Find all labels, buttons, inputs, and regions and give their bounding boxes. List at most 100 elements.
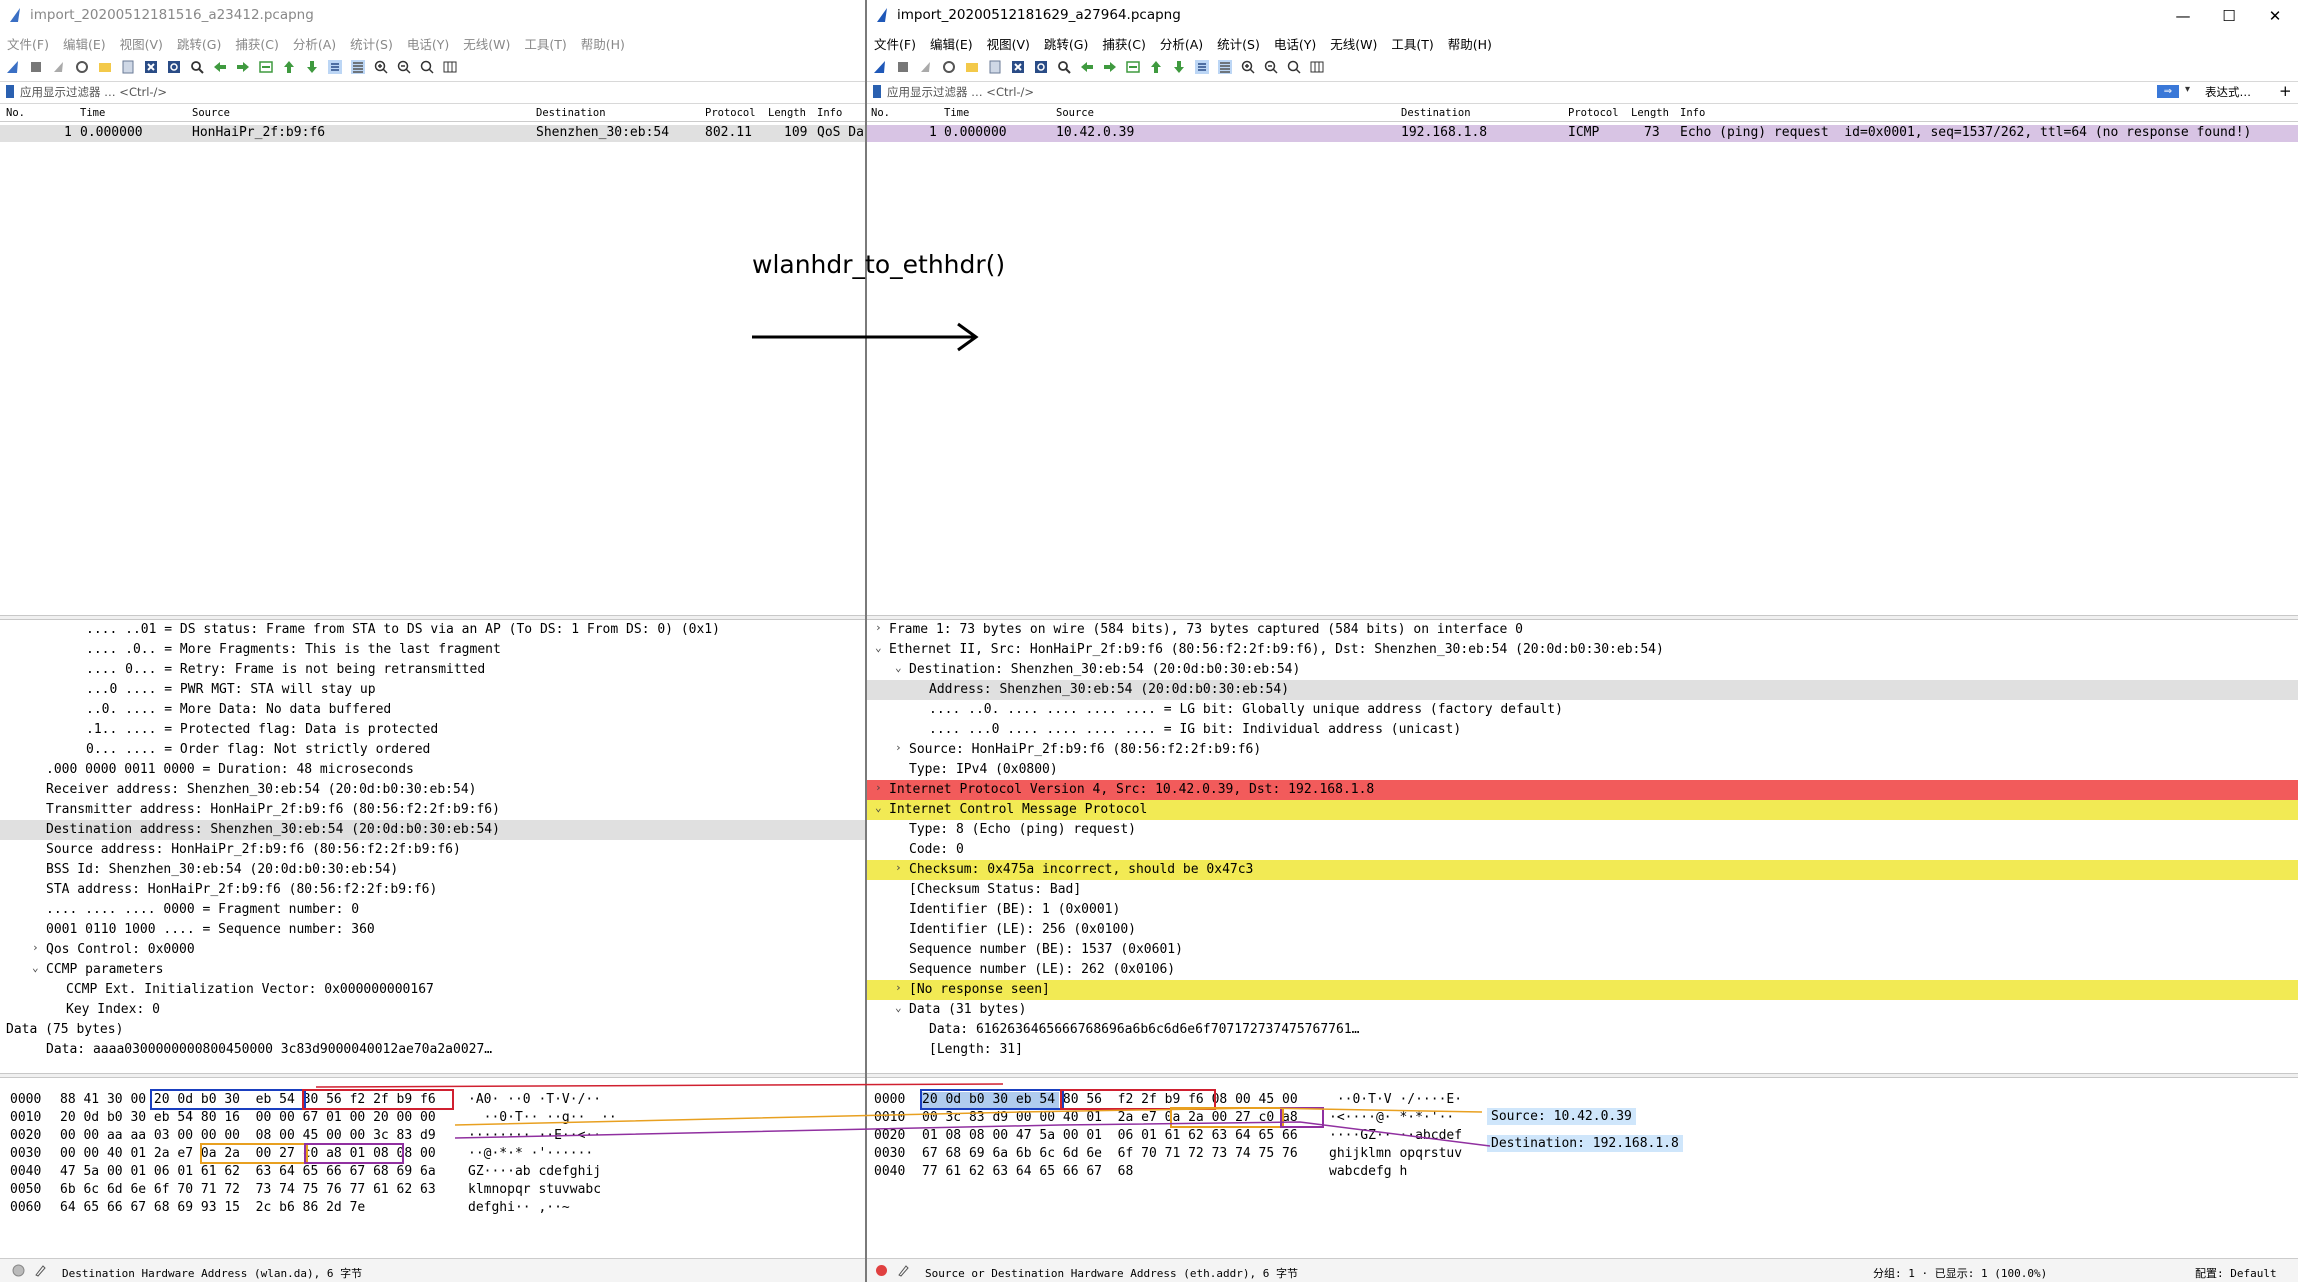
find-packet-icon[interactable] bbox=[190, 60, 204, 74]
detail-row[interactable]: › Frame 1: 73 bytes on wire (584 bits), 7… bbox=[867, 620, 2298, 640]
restart-capture-icon[interactable] bbox=[52, 60, 66, 74]
detail-row[interactable]: ⌄ Ethernet II, Src: HonHaiPr_2f:b9:f6 (80… bbox=[867, 640, 2298, 660]
menu-help[interactable]: 帮助(H) bbox=[574, 32, 632, 54]
last-packet-icon[interactable] bbox=[1172, 60, 1186, 74]
menu-go[interactable]: 跳转(G) bbox=[170, 32, 228, 54]
detail-row[interactable]: .... ...0 .... .... .... .... = IG bit: … bbox=[867, 720, 2298, 740]
hex-bytes[interactable]: 77 61 62 63 64 65 66 67 68 bbox=[922, 1164, 1133, 1182]
menu-go[interactable]: 跳转(G) bbox=[1037, 32, 1095, 54]
last-packet-icon[interactable] bbox=[305, 60, 319, 74]
go-to-packet-icon[interactable] bbox=[1126, 60, 1140, 74]
stop-capture-icon[interactable] bbox=[896, 60, 910, 74]
first-packet-icon[interactable] bbox=[282, 60, 296, 74]
col-destination[interactable]: Destination bbox=[536, 107, 606, 119]
resize-columns-icon[interactable] bbox=[443, 60, 457, 74]
hex-bytes[interactable]: 01 08 08 00 47 5a 00 01 06 01 61 62 63 6… bbox=[922, 1128, 1298, 1146]
colorize-icon[interactable] bbox=[1218, 60, 1232, 74]
expression-button[interactable]: 表达式… bbox=[2205, 84, 2251, 100]
filter-placeholder[interactable]: 应用显示过滤器 … <Ctrl-/> bbox=[20, 84, 167, 100]
detail-row[interactable]: Identifier (BE): 1 (0x0001) bbox=[867, 900, 2298, 920]
hex-ascii[interactable]: ··0·T·· ··g·· ·· bbox=[468, 1110, 617, 1128]
hex-bytes[interactable]: 20 0d b0 30 eb 54 80 16 00 00 67 01 00 2… bbox=[60, 1110, 436, 1128]
hex-ascii[interactable]: ghijklmn opqrstuv bbox=[1329, 1146, 1462, 1164]
status-profile[interactable]: 配置: Default bbox=[2195, 1265, 2277, 1281]
zoom-in-icon[interactable] bbox=[374, 60, 388, 74]
detail-row[interactable]: Type: IPv4 (0x0800) bbox=[867, 760, 2298, 780]
menu-analyze[interactable]: 分析(A) bbox=[1153, 32, 1210, 54]
detail-row[interactable]: ⌄ Data (31 bytes) bbox=[867, 1000, 2298, 1020]
right-packet-row[interactable]: 1 0.000000 10.42.0.39 192.168.1.8 ICMP 7… bbox=[867, 125, 2298, 142]
hex-ascii[interactable]: ··0·T·V ·/····E· bbox=[1329, 1092, 1462, 1110]
filter-placeholder[interactable]: 应用显示过滤器 … <Ctrl-/> bbox=[887, 84, 1034, 100]
zoom-normal-icon[interactable] bbox=[1287, 60, 1301, 74]
detail-row[interactable]: .... ..0. .... .... .... .... = LG bit: … bbox=[867, 700, 2298, 720]
edit-comment-icon[interactable] bbox=[897, 1264, 910, 1277]
menu-file[interactable]: 文件(F) bbox=[867, 32, 923, 54]
menu-tools[interactable]: 工具(T) bbox=[1384, 32, 1440, 54]
zoom-out-icon[interactable] bbox=[397, 60, 411, 74]
colorize-icon[interactable] bbox=[351, 60, 365, 74]
detail-row[interactable]: .... 0... = Retry: Frame is not being re… bbox=[0, 660, 865, 680]
detail-row[interactable]: [Checksum Status: Bad] bbox=[867, 880, 2298, 900]
detail-row[interactable]: .... .0.. = More Fragments: This is the … bbox=[0, 640, 865, 660]
zoom-normal-icon[interactable] bbox=[420, 60, 434, 74]
menu-wireless[interactable]: 无线(W) bbox=[456, 32, 517, 54]
col-time[interactable]: Time bbox=[80, 107, 105, 119]
menu-edit[interactable]: 编辑(E) bbox=[923, 32, 980, 54]
restart-capture-icon[interactable] bbox=[919, 60, 933, 74]
detail-row[interactable]: Data: aaaa0300000000800450000 3c83d90000… bbox=[0, 1040, 865, 1060]
hex-bytes[interactable]: 67 68 69 6a 6b 6c 6d 6e 6f 70 71 72 73 7… bbox=[922, 1146, 1298, 1164]
detail-row[interactable]: .... ..01 = DS status: Frame from STA to… bbox=[0, 620, 865, 640]
detail-row[interactable]: Destination address: Shenzhen_30:eb:54 (… bbox=[0, 820, 865, 840]
add-filter-button-icon[interactable]: + bbox=[2279, 82, 2292, 100]
bookmark-icon[interactable] bbox=[873, 85, 881, 98]
auto-scroll-icon[interactable] bbox=[1195, 60, 1209, 74]
col-length[interactable]: Length bbox=[768, 107, 806, 119]
capture-options-icon[interactable] bbox=[942, 60, 956, 74]
minimize-icon[interactable]: — bbox=[2160, 0, 2206, 32]
close-file-icon[interactable] bbox=[1011, 60, 1025, 74]
detail-row[interactable]: STA address: HonHaiPr_2f:b9:f6 (80:56:f2… bbox=[0, 880, 865, 900]
collapse-chevron-down-icon[interactable]: ⌄ bbox=[895, 661, 902, 674]
col-source[interactable]: Source bbox=[1056, 107, 1094, 119]
open-file-icon[interactable] bbox=[98, 60, 112, 74]
col-protocol[interactable]: Protocol bbox=[1568, 107, 1619, 119]
save-file-icon[interactable] bbox=[121, 60, 135, 74]
bookmark-icon[interactable] bbox=[6, 85, 14, 98]
hex-ascii[interactable]: klmnopqr stuvwabc bbox=[468, 1182, 601, 1200]
zoom-out-icon[interactable] bbox=[1264, 60, 1278, 74]
detail-row[interactable]: CCMP Ext. Initialization Vector: 0x00000… bbox=[0, 980, 865, 1000]
detail-row[interactable]: ⌄ Internet Control Message Protocol bbox=[867, 800, 2298, 820]
expand-chevron-right-icon[interactable]: › bbox=[875, 621, 882, 634]
menu-edit[interactable]: 编辑(E) bbox=[56, 32, 113, 54]
hex-ascii[interactable]: ········ ··E··<·· bbox=[468, 1128, 601, 1146]
expand-chevron-right-icon[interactable]: › bbox=[875, 781, 882, 794]
go-forward-icon[interactable] bbox=[1103, 60, 1117, 74]
menu-file[interactable]: 文件(F) bbox=[0, 32, 56, 54]
detail-row[interactable]: Data: 6162636465666768696a6b6c6d6e6f7071… bbox=[867, 1020, 2298, 1040]
hex-ascii[interactable]: ··@·*·* ·'······ bbox=[468, 1146, 593, 1164]
detail-row[interactable]: Type: 8 (Echo (ping) request) bbox=[867, 820, 2298, 840]
zoom-in-icon[interactable] bbox=[1241, 60, 1255, 74]
resize-columns-icon[interactable] bbox=[1310, 60, 1324, 74]
col-length[interactable]: Length bbox=[1631, 107, 1669, 119]
detail-row[interactable]: [Length: 31] bbox=[867, 1040, 2298, 1060]
detail-row[interactable]: Key Index: 0 bbox=[0, 1000, 865, 1020]
col-info[interactable]: Info bbox=[1680, 107, 1705, 119]
detail-row[interactable]: .... .... .... 0000 = Fragment number: 0 bbox=[0, 900, 865, 920]
hex-ascii[interactable]: ····GZ·· ··abcdef bbox=[1329, 1128, 1462, 1146]
auto-scroll-icon[interactable] bbox=[328, 60, 342, 74]
hex-ascii[interactable]: wabcdefg h bbox=[1329, 1164, 1407, 1182]
col-info[interactable]: Info bbox=[817, 107, 842, 119]
col-protocol[interactable]: Protocol bbox=[705, 107, 756, 119]
first-packet-icon[interactable] bbox=[1149, 60, 1163, 74]
detail-row[interactable]: › Internet Protocol Version 4, Src: 10.42… bbox=[867, 780, 2298, 800]
reload-file-icon[interactable] bbox=[167, 60, 181, 74]
menu-help[interactable]: 帮助(H) bbox=[1441, 32, 1499, 54]
hex-bytes[interactable]: 64 65 66 67 68 69 93 15 2c b6 86 2d 7e bbox=[60, 1200, 365, 1218]
detail-row[interactable]: .1.. .... = Protected flag: Data is prot… bbox=[0, 720, 865, 740]
hex-ascii[interactable]: GZ····ab cdefghij bbox=[468, 1164, 601, 1182]
menu-telephony[interactable]: 电话(Y) bbox=[400, 32, 456, 54]
maximize-icon[interactable]: ☐ bbox=[2206, 0, 2252, 32]
left-display-filter[interactable]: 应用显示过滤器 … <Ctrl-/> bbox=[0, 81, 865, 104]
